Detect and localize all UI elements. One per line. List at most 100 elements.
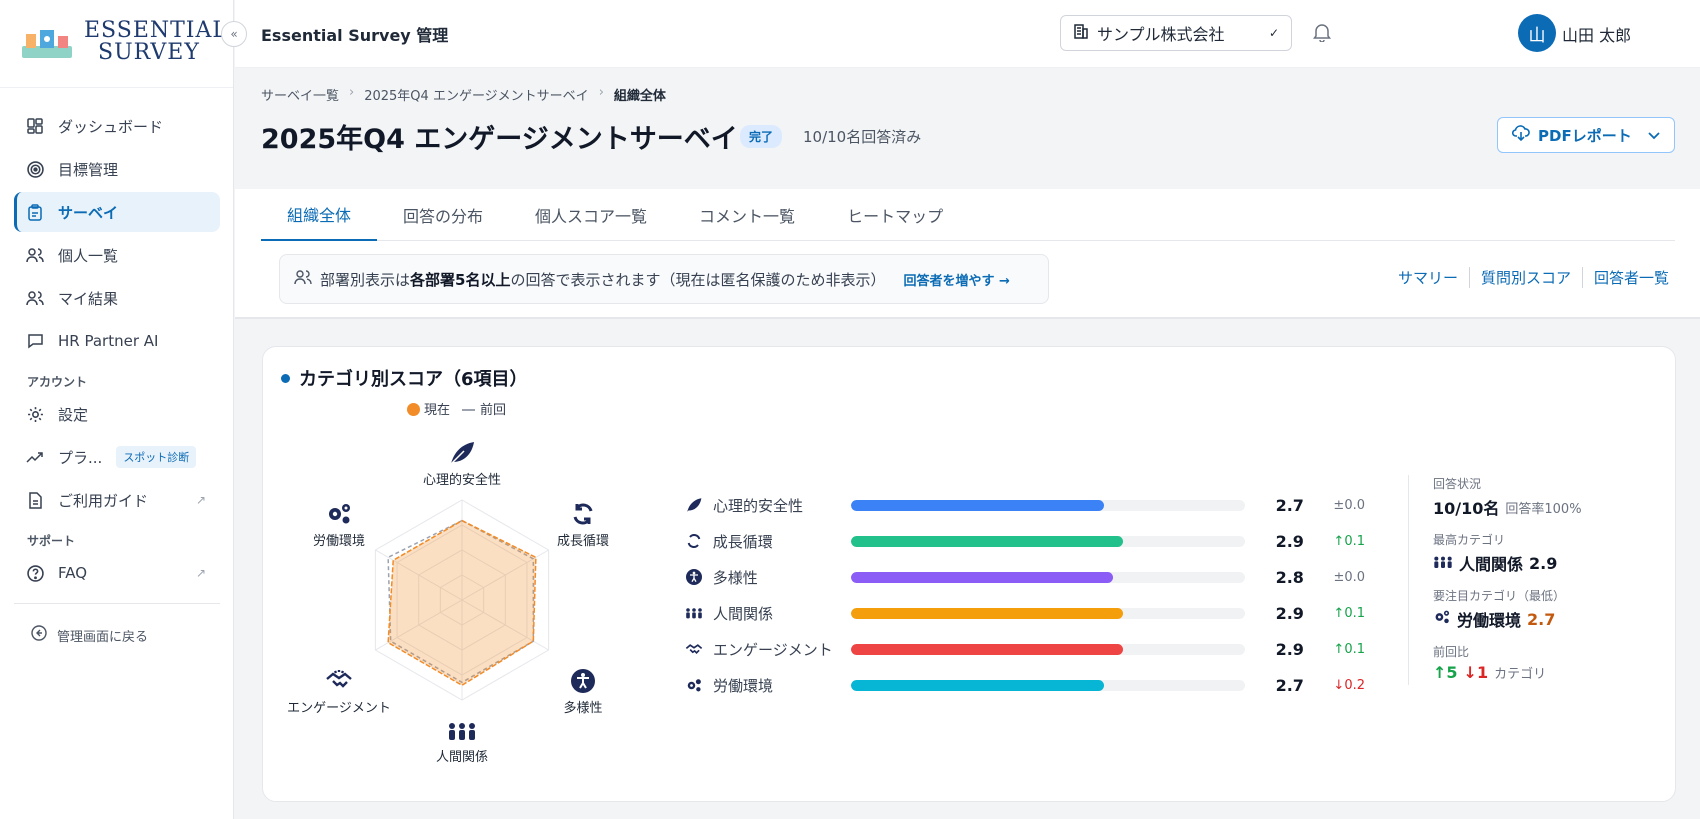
people-icon — [447, 721, 477, 745]
company-selector[interactable]: サンプル株式会社 ✓ — [1060, 15, 1292, 51]
title-dot — [281, 373, 290, 383]
score-bar-fill — [850, 679, 1105, 691]
respondent-list-link[interactable]: 回答者一覧 — [1581, 267, 1680, 288]
summary-status-value: 10/10名 回答率100% — [1433, 495, 1658, 519]
sidebar-item-label: 設定 — [58, 405, 89, 424]
summary-label: 回答状況 — [1433, 477, 1482, 491]
arrow-left-circle-icon — [31, 625, 47, 645]
sidebar-item-label: サーベイ — [58, 203, 119, 222]
radar-label-work-env: 労働環境 — [312, 534, 366, 549]
radar-chart — [374, 499, 550, 701]
notification-bell-icon[interactable] — [1313, 22, 1331, 46]
collapse-sidebar-button[interactable]: « — [221, 21, 247, 47]
notice-text-2: の回答で表示されます（現在は匿名保護のため非表示） — [510, 270, 886, 289]
handshake-icon — [325, 669, 353, 695]
up-count-number: 5 — [1446, 663, 1458, 682]
avatar[interactable]: 山 — [1518, 14, 1556, 52]
score-row: 成長循環 2.9 ↑0.1 — [685, 523, 1365, 559]
score-bar-track — [850, 679, 1245, 691]
sidebar-item-plan[interactable]: プラ... スポット診断 — [14, 437, 220, 477]
score-bar-track — [850, 571, 1245, 583]
radar-label-diversity: 多様性 — [563, 701, 603, 716]
spot-diagnosis-badge[interactable]: スポット診断 — [116, 446, 197, 468]
score-bar-track — [850, 535, 1245, 547]
score-delta: ↑0.1 — [1304, 606, 1365, 621]
score-bar-track — [850, 499, 1245, 511]
radar-label-engagement: エンゲージメント — [287, 701, 391, 716]
logo-area: ESSENTIAL SURVEY — [0, 0, 233, 88]
comparison-value: ↑5 ↓1 カテゴリ — [1433, 663, 1658, 682]
focus-category-name: 労働環境 — [1457, 611, 1522, 630]
score-bar-fill — [850, 499, 1105, 511]
score-delta-value: ±0.0 — [1333, 497, 1365, 513]
score-bar-track — [850, 607, 1245, 619]
breadcrumb-survey[interactable]: 2025年Q4 エンゲージメントサーベイ — [364, 85, 588, 104]
score-value: 2.9 — [1275, 531, 1304, 551]
sidebar-item-survey[interactable]: サーベイ — [14, 192, 220, 232]
top-category-name: 人間関係 — [1459, 555, 1524, 574]
arrow-down-icon: ↓ — [1463, 663, 1477, 682]
arrow-up-icon: ↑ — [1333, 533, 1345, 549]
user-name[interactable]: 山田 太郎 — [1562, 22, 1631, 46]
arrow-up-icon: ↑ — [1333, 641, 1345, 657]
accessibility-icon — [685, 569, 703, 585]
cycle-icon — [685, 533, 703, 549]
arrow-up-icon: ↑ — [1333, 605, 1345, 621]
summary-link[interactable]: サマリー — [1387, 267, 1469, 288]
top-category-score: 2.9 — [1529, 553, 1558, 573]
category-score-card: カテゴリ別スコア（6項目） 現在 前回 心理的安全性 成長循環 多様性 人間関係… — [262, 346, 1676, 802]
score-row: 心理的安全性 2.7 ±0.0 — [685, 487, 1365, 523]
sidebar-item-guide[interactable]: ご利用ガイド ↗ — [14, 480, 220, 520]
score-bar-fill — [850, 535, 1123, 547]
sidebar-divider — [14, 603, 220, 604]
question-scores-link[interactable]: 質問別スコア — [1468, 267, 1582, 288]
tabs-area: 組織全体 回答の分布 個人スコア一覧 コメント一覧 ヒートマップ 部署別表示は各… — [235, 189, 1700, 319]
top-category-value: 人間関係 2.9 — [1433, 551, 1658, 575]
sidebar-item-settings[interactable]: 設定 — [14, 394, 220, 434]
people-icon — [1433, 554, 1453, 573]
sidebar-item-my-results[interactable]: マイ結果 — [14, 278, 220, 318]
summary-panel: 回答状況 10/10名 回答率100% 最高カテゴリ 人間関係 2.9 要注目カ… — [1408, 475, 1658, 685]
pdf-report-button[interactable]: PDFレポート — [1497, 117, 1675, 153]
accessibility-icon — [571, 669, 595, 697]
up-count: ↑5 — [1433, 663, 1458, 682]
support-section-heading: サポート — [27, 534, 76, 548]
handshake-icon — [685, 642, 703, 656]
sidebar-item-label: マイ結果 — [58, 289, 119, 308]
down-count: ↓1 — [1464, 663, 1489, 682]
summary-focus-category: 要注目カテゴリ（最低） 労働環境 2.7 — [1433, 587, 1658, 631]
summary-response-status: 回答状況 10/10名 回答率100% — [1433, 475, 1658, 519]
score-value: 2.8 — [1275, 567, 1304, 587]
breadcrumb-separator: › — [598, 85, 604, 100]
score-value: 2.7 — [1275, 675, 1304, 695]
gears-icon — [1433, 609, 1451, 629]
sidebar-item-individuals[interactable]: 個人一覧 — [14, 235, 220, 275]
tab-distribution[interactable]: 回答の分布 — [377, 189, 509, 241]
breadcrumb-current: 組織全体 — [613, 89, 666, 104]
sidebar-item-dashboard[interactable]: ダッシュボード — [14, 106, 220, 146]
comparison-unit: カテゴリ — [1494, 667, 1547, 682]
leaf-icon — [685, 497, 703, 513]
sidebar-item-goals[interactable]: 目標管理 — [14, 149, 220, 189]
external-link-icon: ↗ — [195, 493, 206, 507]
notice-text-bold: 各部署5名以上 — [410, 270, 511, 289]
radar-label-relations: 人間関係 — [435, 750, 489, 765]
focus-category-value: 労働環境 2.7 — [1433, 607, 1658, 631]
back-to-admin-link[interactable]: 管理画面に戻る — [14, 618, 220, 652]
sidebar-item-hr-partner-ai[interactable]: HR Partner AI — [14, 321, 220, 361]
score-label: 成長循環 — [712, 532, 773, 551]
score-delta: ↓0.2 — [1304, 678, 1365, 693]
score-label: 人間関係 — [713, 604, 774, 623]
score-label: エンゲージメント — [713, 640, 833, 659]
increase-respondents-link[interactable]: 回答者を増やす → — [903, 270, 1009, 289]
sidebar-item-faq[interactable]: FAQ ↗ — [14, 553, 220, 593]
score-delta-value: 0.2 — [1344, 677, 1365, 693]
help-icon — [26, 564, 44, 582]
tab-heatmap[interactable]: ヒートマップ — [821, 189, 969, 241]
tab-organization[interactable]: 組織全体 — [261, 189, 378, 241]
tab-comments[interactable]: コメント一覧 — [673, 189, 821, 241]
breadcrumb-survey-list[interactable]: サーベイ一覧 — [261, 85, 339, 104]
sidebar-item-label: FAQ — [58, 564, 88, 582]
tab-individual-scores[interactable]: 個人スコア一覧 — [509, 189, 673, 241]
score-delta: ±0.0 — [1304, 570, 1365, 585]
